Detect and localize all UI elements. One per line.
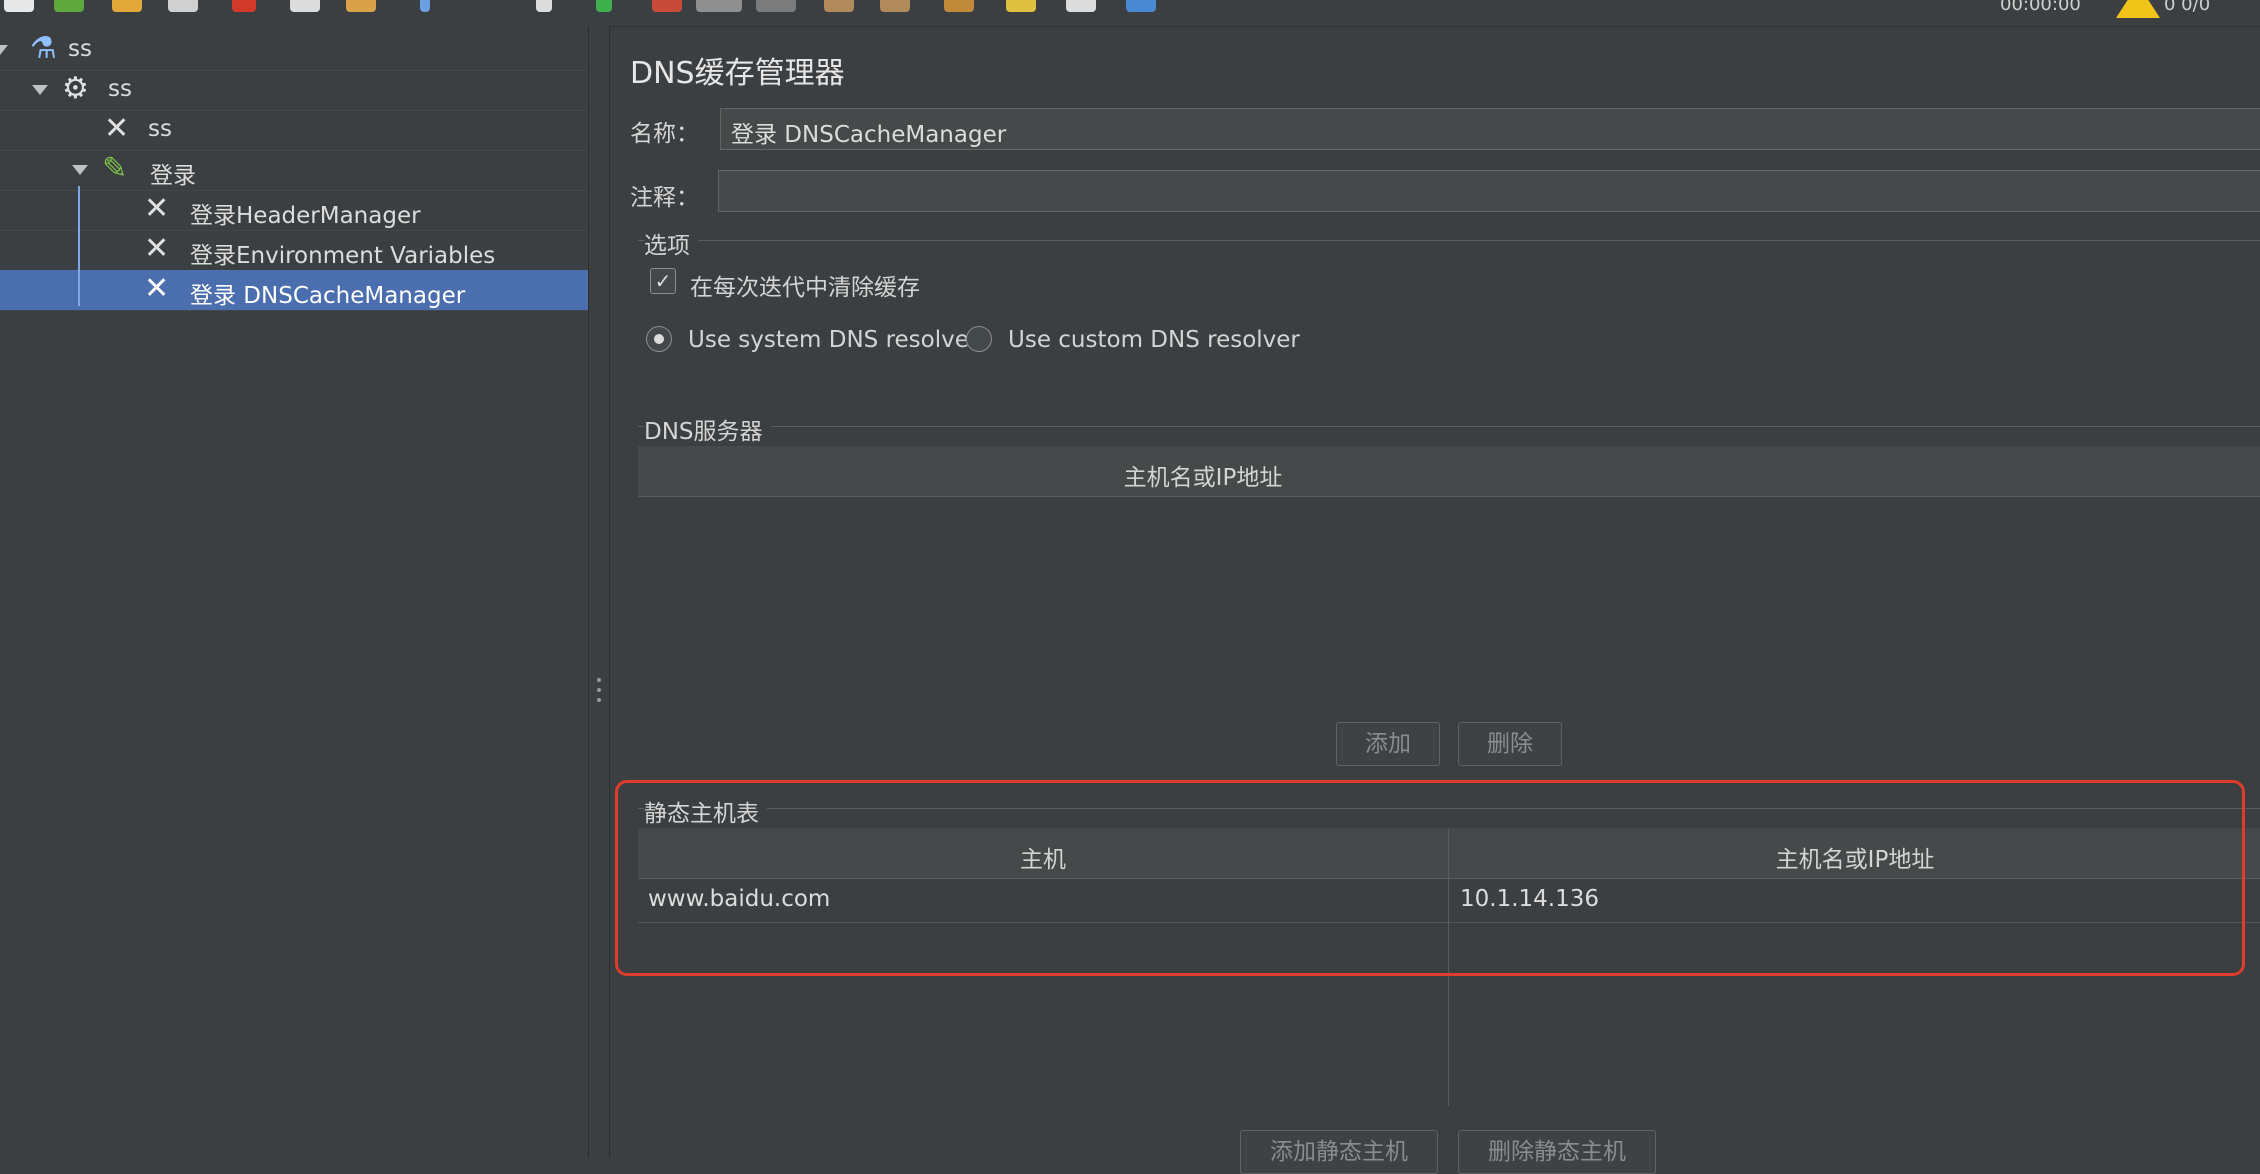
options-group-title: 选项 <box>644 226 698 260</box>
collapse-arrow-icon[interactable] <box>72 165 88 175</box>
clear-cache-checkbox[interactable]: ✓ <box>650 268 676 294</box>
tree-item-label: 登录Environment Variables <box>190 243 496 269</box>
cut-icon[interactable] <box>232 0 256 12</box>
custom-dns-label: Use custom DNS resolver <box>1008 327 1300 353</box>
tree-item-label: ss <box>68 36 92 62</box>
split-pane-divider[interactable] <box>588 26 610 1158</box>
tree-item-dns-cache-manager[interactable]: ✕ 登录 DNSCacheManager <box>0 270 588 311</box>
dns-servers-group-border <box>638 426 2260 427</box>
shutdown-icon[interactable] <box>756 0 796 12</box>
clear-all-icon[interactable] <box>880 0 910 12</box>
custom-dns-radio[interactable] <box>966 326 992 352</box>
tree-item-label: ss <box>148 116 172 142</box>
wrench-tools-icon: ✕ <box>144 231 170 266</box>
pipette-icon: ✎ <box>102 151 128 186</box>
name-field[interactable]: 登录 DNSCacheManager <box>720 108 2260 150</box>
function-helper-icon[interactable] <box>1066 0 1096 12</box>
name-label: 名称： <box>630 121 699 147</box>
tree-item-label: ss <box>108 76 132 102</box>
tree-item-login[interactable]: ✎ 登录 <box>0 150 588 191</box>
stop-icon[interactable] <box>696 0 742 12</box>
system-dns-radio[interactable] <box>646 326 672 352</box>
radio-selected-dot <box>654 334 664 344</box>
toggle-icon[interactable] <box>536 0 552 12</box>
copy-icon[interactable] <box>290 0 320 12</box>
start-no-pause-icon[interactable] <box>652 0 682 12</box>
tree-item-config[interactable]: ✕ ss <box>0 110 588 151</box>
grip-dot <box>597 698 601 702</box>
test-plan-tree: ⚗ ss ⚙ ss ✕ ss ✎ 登录 ✕ 登录HeaderManager ✕ … <box>0 26 588 1158</box>
dns-cache-manager-panel: DNS缓存管理器 名称： 登录 DNSCacheManager 注释： 选项 ✓… <box>610 26 2260 1174</box>
templates-icon[interactable] <box>54 0 84 12</box>
tree-item-label: 登录 <box>150 163 196 189</box>
wrench-tools-icon: ✕ <box>144 271 170 306</box>
tree-item-label: 登录 DNSCacheManager <box>190 283 466 309</box>
flask-icon: ⚗ <box>30 31 57 66</box>
comment-label: 注释： <box>630 185 699 211</box>
options-group-border <box>638 240 2260 241</box>
reset-search-icon[interactable] <box>1006 0 1036 12</box>
gear-icon: ⚙ <box>62 71 89 106</box>
tree-guide-line <box>78 186 80 306</box>
collapse-arrow-icon[interactable] <box>32 85 48 95</box>
tree-item-thread-group[interactable]: ⚙ ss <box>0 70 588 111</box>
delete-static-host-button[interactable]: 删除静态主机 <box>1458 1130 1656 1174</box>
grip-dot <box>597 688 601 692</box>
panel-title: DNS缓存管理器 <box>630 56 845 91</box>
highlight-box <box>615 780 2245 976</box>
save-icon[interactable] <box>168 0 198 12</box>
tree-item-header-manager[interactable]: ✕ 登录HeaderManager <box>0 190 588 231</box>
toolbar: 00:00:00 0 0/0 <box>0 0 2260 27</box>
wrench-tools-icon: ✕ <box>144 191 170 226</box>
tree-item-test-plan[interactable]: ⚗ ss <box>0 30 588 71</box>
column-header-host-or-ip[interactable]: 主机名或IP地址 <box>638 458 1768 492</box>
wrench-tools-icon: ✕ <box>104 111 130 146</box>
start-icon[interactable] <box>596 0 612 12</box>
comment-field[interactable] <box>718 170 2260 212</box>
help-icon[interactable] <box>1126 0 1156 12</box>
tree-item-environment-variables[interactable]: ✕ 登录Environment Variables <box>0 230 588 271</box>
dns-servers-table-header: 主机名或IP地址 <box>638 446 2260 497</box>
thread-counter: 0 0/0 <box>2164 0 2211 15</box>
delete-dns-server-button[interactable]: 删除 <box>1458 722 1562 766</box>
paste-icon[interactable] <box>346 0 376 12</box>
new-file-icon[interactable] <box>4 0 34 12</box>
dns-servers-table-body[interactable] <box>638 498 2260 718</box>
clear-icon[interactable] <box>824 0 854 12</box>
add-dns-server-button[interactable]: 添加 <box>1336 722 1440 766</box>
warning-icon[interactable] <box>2116 0 2160 18</box>
search-icon[interactable] <box>944 0 974 12</box>
clear-cache-label: 在每次迭代中清除缓存 <box>690 275 920 301</box>
expand-icon[interactable] <box>420 0 430 12</box>
tree-item-label: 登录HeaderManager <box>190 203 421 229</box>
system-dns-label: Use system DNS resolver <box>688 327 979 353</box>
dns-servers-group-title: DNS服务器 <box>644 412 771 446</box>
collapse-arrow-icon[interactable] <box>0 45 8 55</box>
grip-dot <box>597 678 601 682</box>
add-static-host-button[interactable]: 添加静态主机 <box>1240 1130 1438 1174</box>
open-folder-icon[interactable] <box>112 0 142 12</box>
elapsed-timer: 00:00:00 <box>2000 0 2081 15</box>
